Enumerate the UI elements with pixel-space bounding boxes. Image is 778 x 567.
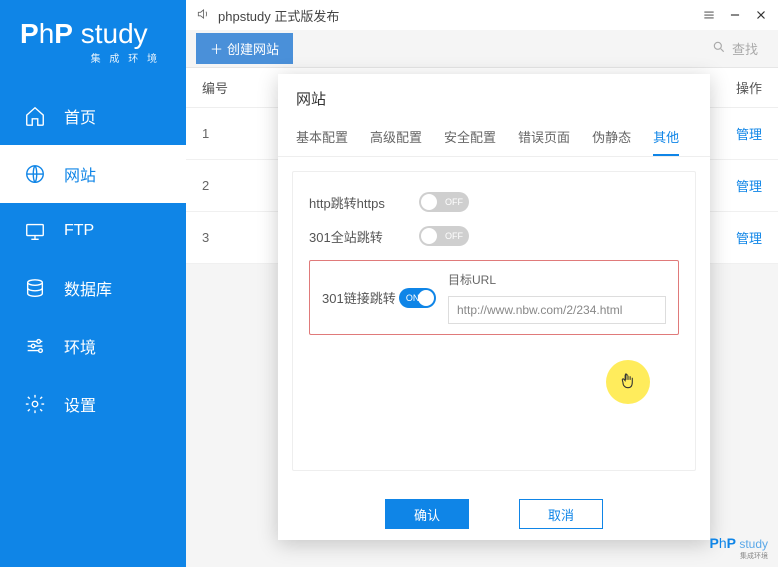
menu-icon[interactable] bbox=[702, 8, 716, 22]
site-config-modal: 网站 基本配置 高级配置 安全配置 错误页面 伪静态 其他 http跳转http… bbox=[278, 74, 710, 540]
http-redirect-label: http跳转https bbox=[309, 193, 419, 212]
modal-tabs: 基本配置 高级配置 安全配置 错误页面 伪静态 其他 bbox=[278, 119, 710, 157]
nav-env[interactable]: 环境 bbox=[0, 317, 186, 375]
confirm-button[interactable]: 确认 bbox=[385, 499, 469, 529]
tab-other[interactable]: 其他 bbox=[653, 127, 679, 156]
logo-p1: P bbox=[20, 18, 39, 49]
tab-basic[interactable]: 基本配置 bbox=[296, 127, 348, 156]
sliders-icon bbox=[24, 335, 46, 357]
col-number-header: 编号 bbox=[202, 78, 252, 97]
plus-icon: ＋ bbox=[210, 39, 223, 58]
toolbar: ＋ 创建网站 查找 bbox=[186, 30, 778, 68]
nav-home[interactable]: 首页 bbox=[0, 87, 186, 145]
titlebar-title: phpstudy 正式版发布 bbox=[218, 6, 339, 25]
nav-db[interactable]: 数据库 bbox=[0, 259, 186, 317]
toggle-on-text: ON bbox=[406, 293, 420, 303]
globe-icon bbox=[24, 163, 46, 185]
col-operation-header: 操作 bbox=[736, 78, 762, 97]
nav-ftp-label: FTP bbox=[64, 222, 94, 240]
link-301-toggle[interactable]: ON bbox=[399, 288, 436, 308]
http-redirect-row: http跳转https OFF bbox=[309, 192, 679, 212]
full-301-label: 301全站跳转 bbox=[309, 227, 419, 246]
nav-ftp[interactable]: FTP bbox=[0, 203, 186, 259]
tab-security[interactable]: 安全配置 bbox=[444, 127, 496, 156]
nav-env-label: 环境 bbox=[64, 334, 96, 358]
tab-advanced[interactable]: 高级配置 bbox=[370, 127, 422, 156]
nav-db-label: 数据库 bbox=[64, 276, 112, 300]
row-number: 3 bbox=[202, 230, 252, 245]
home-icon bbox=[24, 105, 46, 127]
create-site-label: 创建网站 bbox=[227, 39, 279, 58]
toggle-off-text: OFF bbox=[445, 197, 463, 207]
row-number: 2 bbox=[202, 178, 252, 193]
logo-subtitle: 集 成 环 境 bbox=[20, 50, 160, 65]
nav-home-label: 首页 bbox=[64, 104, 96, 128]
nav-site[interactable]: 网站 bbox=[0, 145, 186, 203]
database-icon bbox=[24, 277, 46, 299]
nav-settings-label: 设置 bbox=[64, 392, 96, 416]
footer-logo: PhP study 集成环境 bbox=[710, 535, 769, 561]
nav-site-label: 网站 bbox=[64, 162, 96, 186]
search-box[interactable]: 查找 bbox=[712, 39, 768, 58]
full-301-toggle[interactable]: OFF bbox=[419, 226, 469, 246]
logo-p3: P bbox=[54, 18, 73, 49]
titlebar: phpstudy 正式版发布 bbox=[186, 0, 778, 30]
full-301-row: 301全站跳转 OFF bbox=[309, 226, 679, 246]
gear-icon bbox=[24, 393, 46, 415]
modal-footer: 确认 取消 bbox=[278, 485, 710, 547]
tab-error[interactable]: 错误页面 bbox=[518, 127, 570, 156]
speaker-icon bbox=[196, 7, 210, 24]
link-301-row: 301链接跳转 ON 目标URL bbox=[309, 260, 679, 335]
modal-body: http跳转https OFF 301全站跳转 OFF 301链接跳转 ON 目… bbox=[278, 157, 710, 485]
nav-settings[interactable]: 设置 bbox=[0, 375, 186, 433]
minimize-button[interactable] bbox=[728, 8, 742, 22]
cancel-button[interactable]: 取消 bbox=[519, 499, 603, 529]
target-url-input[interactable] bbox=[448, 296, 666, 324]
settings-panel: http跳转https OFF 301全站跳转 OFF 301链接跳转 ON 目… bbox=[292, 171, 696, 471]
target-url-label: 目标URL bbox=[448, 271, 666, 288]
http-redirect-toggle[interactable]: OFF bbox=[419, 192, 469, 212]
app-logo: PhP study 集 成 环 境 bbox=[0, 0, 186, 75]
close-button[interactable] bbox=[754, 8, 768, 22]
toggle-off-text: OFF bbox=[445, 231, 463, 241]
search-icon bbox=[712, 40, 726, 57]
search-placeholder: 查找 bbox=[732, 39, 758, 58]
row-number: 1 bbox=[202, 126, 252, 141]
create-site-button[interactable]: ＋ 创建网站 bbox=[196, 33, 293, 64]
manage-link[interactable]: 管理 bbox=[736, 228, 762, 247]
monitor-icon bbox=[24, 220, 46, 242]
sidebar: PhP study 集 成 环 境 首页 网站 FTP 数据库 环境 设置 bbox=[0, 0, 186, 567]
target-url-group: 目标URL bbox=[448, 271, 666, 324]
modal-title: 网站 bbox=[278, 74, 710, 119]
link-301-label: 301链接跳转 bbox=[322, 288, 399, 307]
manage-link[interactable]: 管理 bbox=[736, 176, 762, 195]
manage-link[interactable]: 管理 bbox=[736, 124, 762, 143]
logo-study: study bbox=[73, 18, 148, 49]
logo-p2: h bbox=[39, 18, 55, 49]
tab-pseudo[interactable]: 伪静态 bbox=[592, 127, 631, 156]
nav: 首页 网站 FTP 数据库 环境 设置 bbox=[0, 87, 186, 433]
